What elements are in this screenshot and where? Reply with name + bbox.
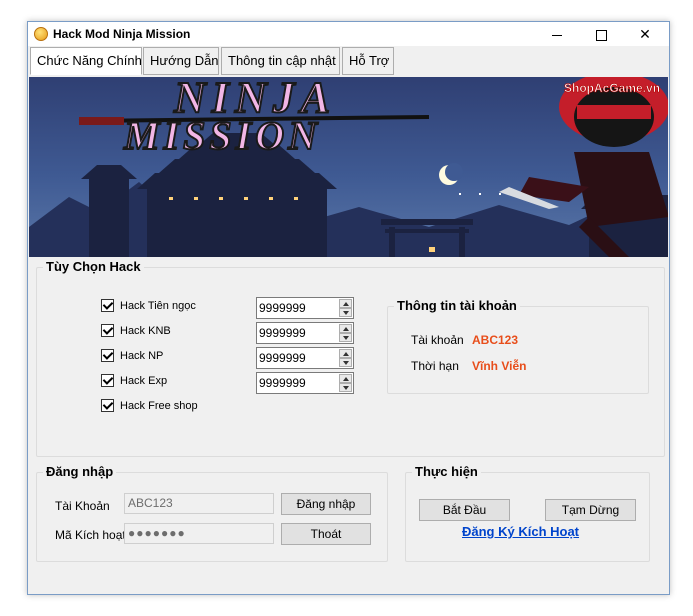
execute-title: Thực hiện (412, 464, 481, 479)
checkbox-free-shop[interactable] (101, 399, 114, 412)
banner-art: NINJA MISSION ShopAcGame.vn (29, 77, 668, 257)
app-icon (34, 27, 48, 41)
window-title: Hack Mod Ninja Mission (53, 27, 191, 41)
stepper-value: 9999999 (259, 326, 306, 340)
stepper-down-icon[interactable] (339, 333, 352, 342)
np-stepper[interactable]: 9999999 (256, 347, 354, 369)
maximize-button[interactable] (579, 22, 623, 46)
maximize-icon (595, 29, 607, 41)
stepper-up-icon[interactable] (339, 324, 352, 333)
login-group: Đăng nhập Tài Khoản ABC123 Mã Kích hoạt … (36, 464, 388, 562)
minimize-button[interactable] (535, 22, 579, 46)
stepper-buttons (339, 374, 352, 392)
close-button[interactable]: ✕ (623, 22, 667, 46)
start-button[interactable]: Bắt Đầu (419, 499, 510, 521)
login-account-label: Tài Khoản (55, 499, 110, 513)
knb-stepper[interactable]: 9999999 (256, 322, 354, 344)
checkbox-knb[interactable] (101, 324, 114, 337)
minimize-icon (552, 34, 562, 36)
activation-code-label: Mã Kích hoạt (55, 528, 126, 542)
checkbox-np[interactable] (101, 349, 114, 362)
exp-stepper[interactable]: 9999999 (256, 372, 354, 394)
activation-code-input[interactable]: ●●●●●●● (124, 523, 274, 544)
login-title: Đăng nhập (43, 464, 117, 479)
duration-value: Vĩnh Viễn (472, 359, 527, 373)
app-window: Hack Mod Ninja Mission ✕ Chức Năng Chính… (27, 21, 670, 595)
stepper-up-icon[interactable] (339, 349, 352, 358)
tab-label: Chức Năng Chính (37, 53, 142, 68)
tab-label: Hỗ Trợ (349, 53, 390, 68)
exit-button[interactable]: Thoát (281, 523, 371, 545)
checkbox-label: Hack KNB (120, 325, 171, 337)
stepper-value: 9999999 (259, 376, 306, 390)
stepper-value: 9999999 (259, 351, 306, 365)
account-value: ABC123 (472, 333, 519, 347)
checkbox-label: Hack Free shop (120, 400, 198, 412)
checkbox-exp[interactable] (101, 374, 114, 387)
tab-label: Hướng Dẫn (150, 53, 219, 68)
stepper-value: 9999999 (259, 301, 306, 315)
account-label: Tài khoản (411, 333, 464, 347)
stepper-down-icon[interactable] (339, 308, 352, 317)
stepper-down-icon[interactable] (339, 383, 352, 392)
game-banner: NINJA MISSION ShopAcGame.vn (29, 77, 668, 257)
tab-label: Thông tin cập nhật (228, 53, 336, 68)
login-account-input[interactable]: ABC123 (124, 493, 274, 514)
login-button[interactable]: Đăng nhập (281, 493, 371, 515)
account-info-group: Thông tin tài khoản Tài khoản ABC123 Thờ… (387, 298, 649, 394)
stepper-up-icon[interactable] (339, 374, 352, 383)
stepper-up-icon[interactable] (339, 299, 352, 308)
tab-support[interactable]: Hỗ Trợ (342, 47, 394, 75)
tab-update-info[interactable]: Thông tin cập nhật (221, 47, 340, 75)
register-activation-link[interactable]: Đăng Ký Kích Hoạt (462, 524, 579, 539)
tab-main-functions[interactable]: Chức Năng Chính (30, 47, 142, 75)
checkbox-label: Hack Tiên ngọc (120, 300, 196, 312)
pause-button[interactable]: Tạm Dừng (545, 499, 636, 521)
hack-options-title: Tùy Chọn Hack (43, 259, 144, 274)
stepper-down-icon[interactable] (339, 358, 352, 367)
checkbox-label: Hack Exp (120, 375, 168, 387)
account-info-title: Thông tin tài khoản (394, 298, 520, 313)
tien-ngoc-stepper[interactable]: 9999999 (256, 297, 354, 319)
checkbox-label: Hack NP (120, 350, 164, 362)
watermark-text: ShopAcGame.vn (564, 81, 660, 95)
stepper-buttons (339, 299, 352, 317)
execute-group: Thực hiện Bắt Đầu Tạm Dừng Đăng Ký Kích … (405, 464, 650, 562)
close-icon: ✕ (639, 26, 651, 42)
hack-options-group: Tùy Chọn Hack Hack Tiên ngọc Hack KNB Ha… (36, 259, 665, 457)
duration-label: Thời hạn (411, 359, 459, 373)
stepper-buttons (339, 324, 352, 342)
title-bar[interactable]: Hack Mod Ninja Mission ✕ (28, 22, 669, 46)
tab-guide[interactable]: Hướng Dẫn (143, 47, 219, 75)
checkbox-tien-ngoc[interactable] (101, 299, 114, 312)
logo-line2: MISSION (123, 113, 321, 158)
stepper-buttons (339, 349, 352, 367)
